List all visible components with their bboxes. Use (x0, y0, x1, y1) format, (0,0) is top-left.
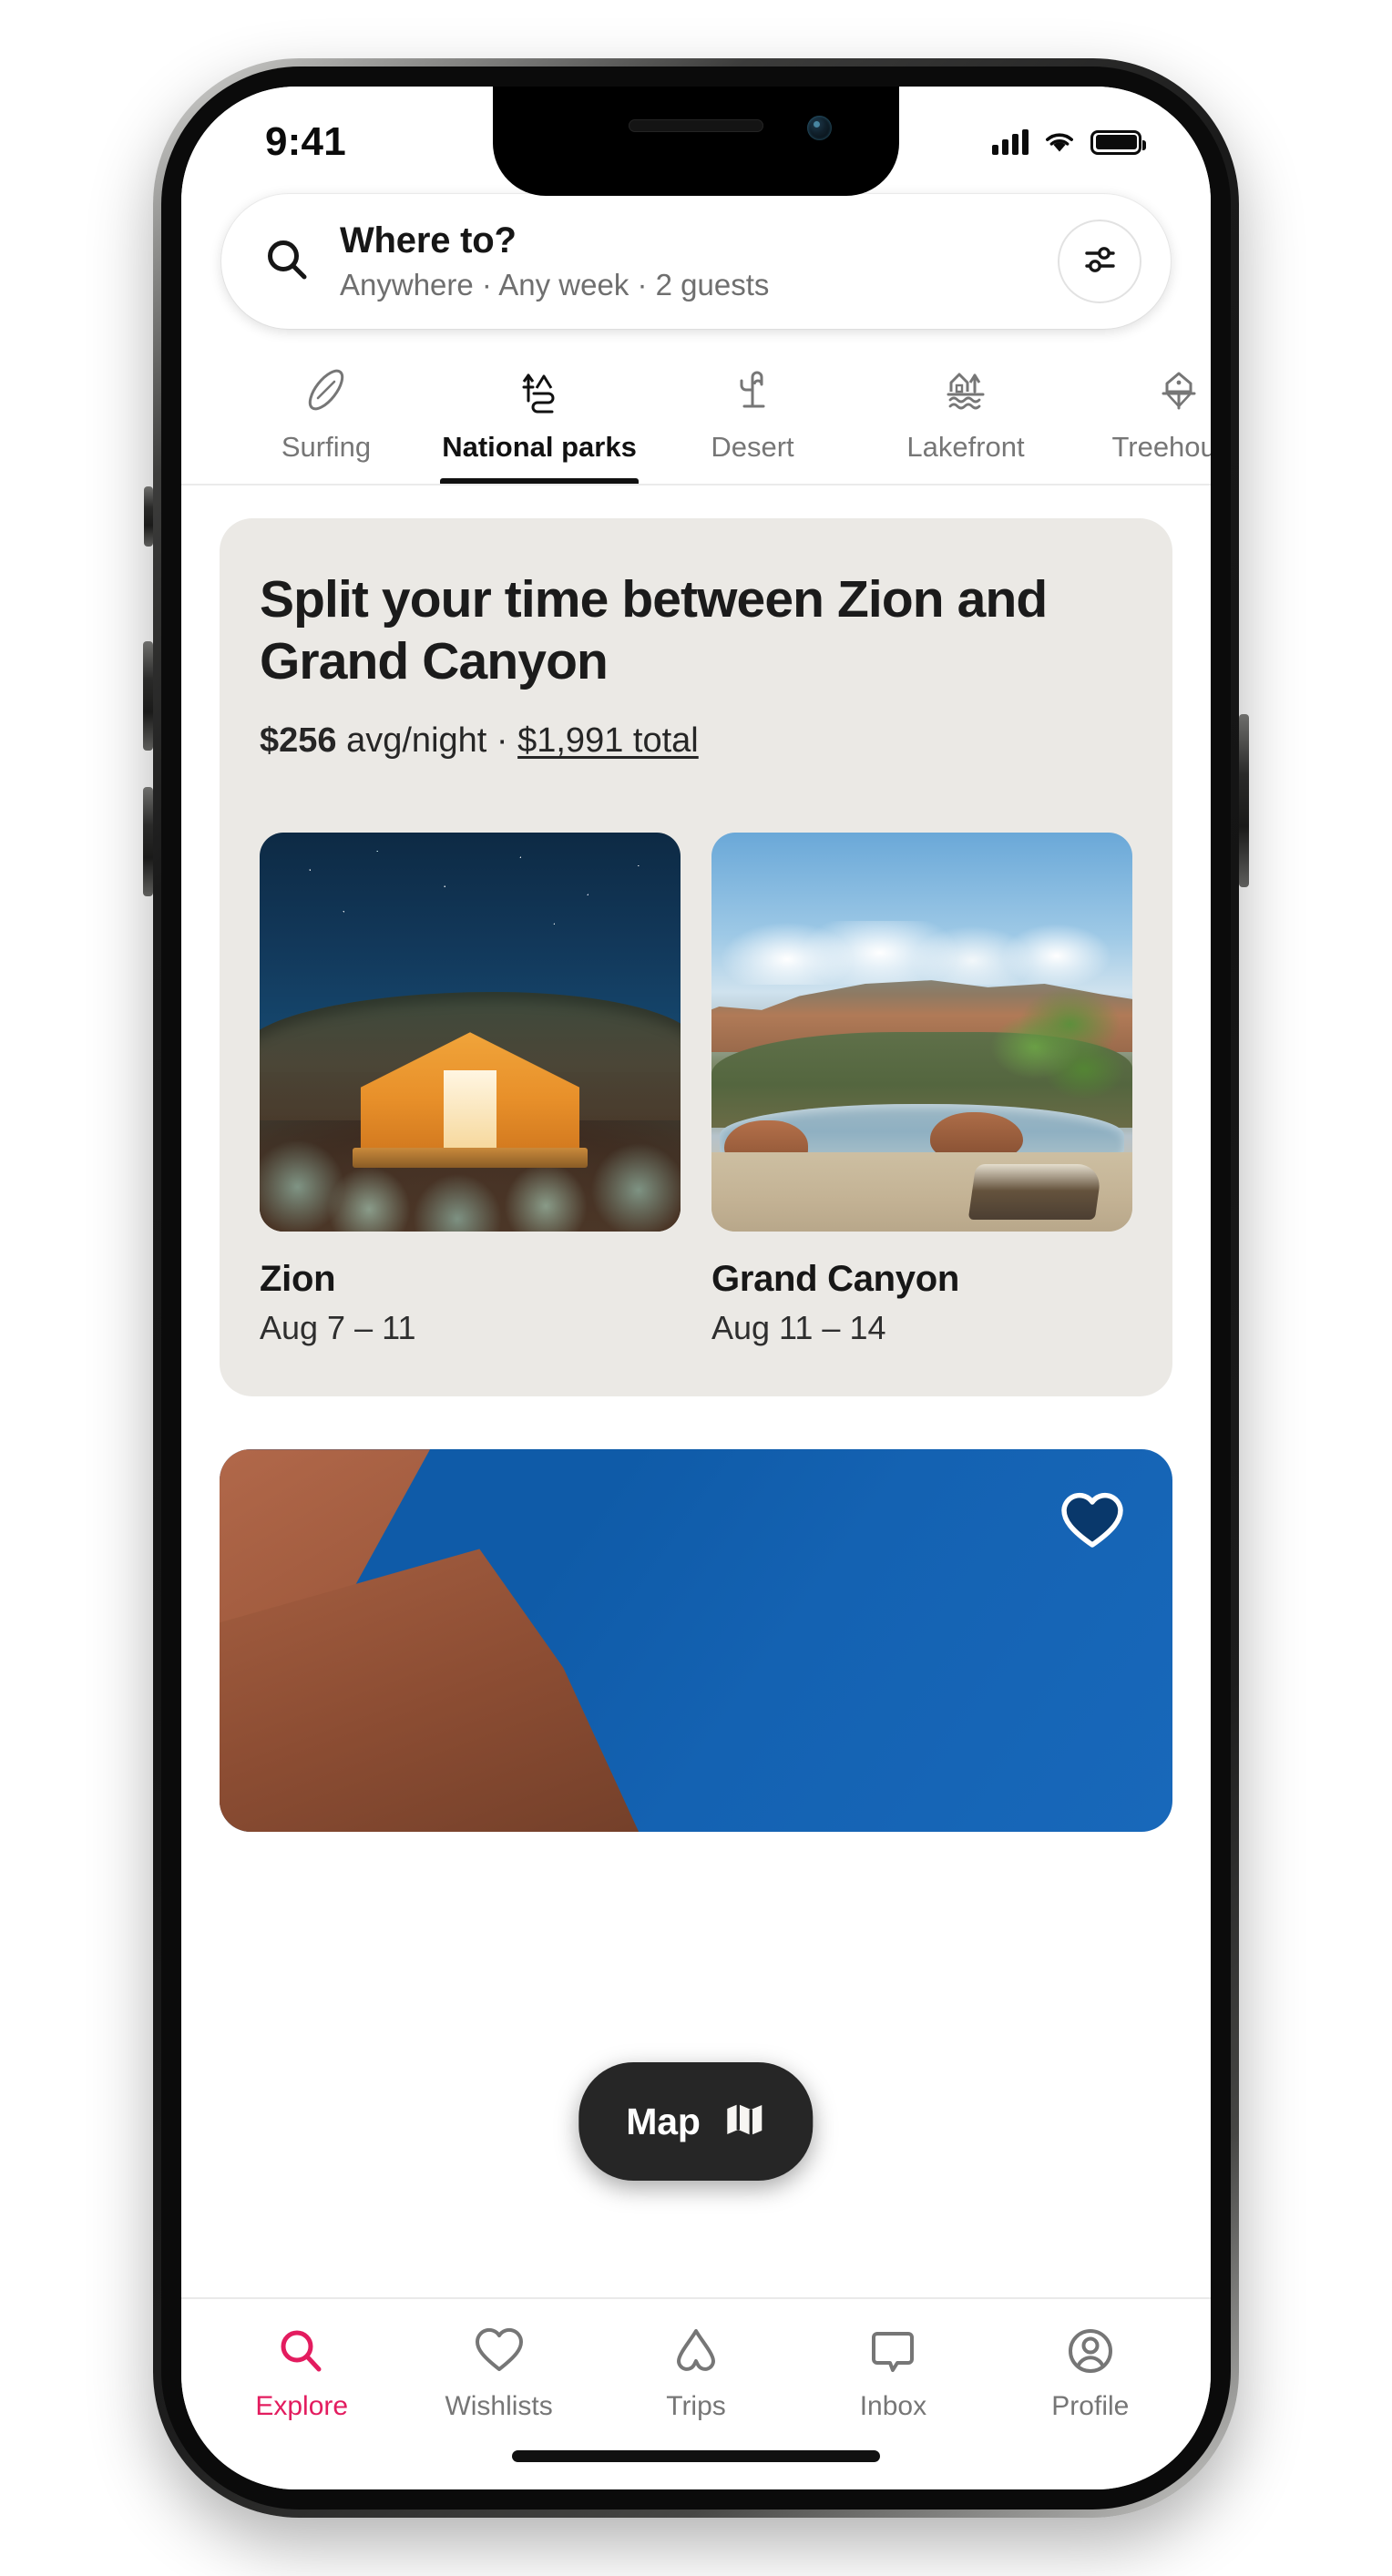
listing-card[interactable] (220, 1449, 1172, 1833)
map-toggle-button[interactable]: Map (578, 2062, 814, 2181)
screenshot-stage: 9:41 Where to? Anywhere · Any week · 2 g… (0, 0, 1392, 2576)
heart-outline-icon (1060, 1490, 1124, 1555)
category-label: Desert (711, 431, 794, 463)
search-text-group: Where to? Anywhere · Any week · 2 guests (340, 220, 1058, 303)
destination-name: Grand Canyon (711, 1259, 959, 1300)
tab-label: Profile (1051, 2391, 1130, 2421)
silent-switch[interactable] (144, 486, 153, 547)
combo-trip-card[interactable]: Split your time between Zion and Grand C… (220, 518, 1172, 1397)
category-tab-national-parks[interactable]: National parks (433, 349, 646, 484)
price-amount: $256 (260, 721, 337, 760)
category-label: Lakefront (906, 431, 1025, 463)
tab-label: Inbox (859, 2391, 927, 2421)
bottom-tab-bar[interactable]: Explore Wishlists Trips Inbox Profile (181, 2297, 1211, 2422)
status-time: 9:41 (265, 119, 346, 164)
destination-dates: Aug 7 – 11 (260, 1309, 416, 1347)
battery-full-icon (1090, 129, 1146, 155)
phone-device-frame: 9:41 Where to? Anywhere · Any week · 2 g… (143, 58, 1249, 2518)
volume-down-button[interactable] (143, 787, 153, 896)
price-total-link[interactable]: $1,991 total (517, 721, 699, 760)
search-icon (277, 2323, 326, 2379)
status-indicators (992, 117, 1146, 155)
cactus-icon (727, 362, 778, 418)
heart-icon (475, 2323, 524, 2379)
price-unit: avg/night · (336, 721, 518, 760)
volume-up-button[interactable] (143, 641, 153, 751)
search-title: Where to? (340, 220, 517, 261)
cellular-bars-icon (992, 129, 1029, 155)
red-rock-cliff-blue-sky-photo (220, 1449, 1172, 1833)
folded-map-icon (724, 2099, 766, 2145)
feed-scroll-area[interactable]: Split your time between Zion and Grand C… (181, 486, 1211, 2297)
tab-wishlists[interactable]: Wishlists (400, 2323, 597, 2422)
filter-button[interactable] (1058, 220, 1141, 303)
phone-screen: 9:41 Where to? Anywhere · Any week · 2 g… (181, 87, 1211, 2489)
category-tab-lakefront[interactable]: Lakefront (859, 349, 1072, 484)
tab-inbox[interactable]: Inbox (794, 2323, 991, 2422)
category-label: National parks (442, 431, 637, 463)
tab-label: Trips (666, 2391, 726, 2421)
earpiece-speaker (629, 119, 763, 132)
treehouse-icon (1153, 362, 1204, 418)
category-tab-desert[interactable]: Desert (646, 349, 859, 484)
destination-name: Zion (260, 1259, 336, 1300)
airbnb-belo-icon (671, 2323, 721, 2379)
lakehouse-icon (940, 362, 991, 418)
home-indicator[interactable] (181, 2422, 1211, 2489)
search-subtitle: Anywhere · Any week · 2 guests (340, 268, 770, 302)
wifi-icon (1046, 133, 1073, 152)
tab-trips[interactable]: Trips (598, 2323, 794, 2422)
search-bar[interactable]: Where to? Anywhere · Any week · 2 guests (221, 194, 1171, 329)
category-tab-strip[interactable]: Surfing National parks Desert Lakefront … (181, 349, 1211, 486)
surfboard-icon (301, 362, 352, 418)
tab-explore[interactable]: Explore (203, 2323, 400, 2422)
map-button-label: Map (626, 2100, 701, 2142)
destination-dates: Aug 11 – 14 (711, 1309, 886, 1347)
destination-item-zion[interactable]: Zion Aug 7 – 11 (260, 833, 681, 1347)
tab-label: Explore (255, 2391, 349, 2421)
category-tab-treehouse[interactable]: Treehouse (1072, 349, 1211, 484)
save-to-wishlist-button[interactable] (1059, 1489, 1125, 1555)
filter-sliders-icon (1080, 240, 1120, 284)
mountain-trail-icon (514, 362, 565, 418)
night-glamping-tent-photo[interactable] (260, 833, 681, 1232)
front-camera (807, 116, 832, 140)
search-icon (263, 236, 311, 288)
power-button[interactable] (1239, 714, 1249, 887)
device-notch (493, 87, 899, 196)
user-circle-icon (1066, 2323, 1115, 2379)
destination-item-grand-canyon[interactable]: Grand Canyon Aug 11 – 14 (711, 833, 1132, 1347)
combo-card-price: $256 avg/night · $1,991 total (260, 721, 1132, 762)
category-label: Treehouse (1111, 431, 1211, 463)
tab-profile[interactable]: Profile (992, 2323, 1189, 2422)
search-section: Where to? Anywhere · Any week · 2 guests (181, 185, 1211, 349)
category-label: Surfing (281, 431, 372, 463)
category-tab-surfing[interactable]: Surfing (220, 349, 433, 484)
message-bubble-icon (868, 2323, 917, 2379)
infinity-pool-red-rock-photo[interactable] (711, 833, 1132, 1232)
destination-grid: Zion Aug 7 – 11 Grand Canyon Aug 11 – 14 (260, 833, 1132, 1347)
combo-card-title: Split your time between Zion and Grand C… (260, 570, 1048, 690)
tab-label: Wishlists (445, 2391, 553, 2421)
